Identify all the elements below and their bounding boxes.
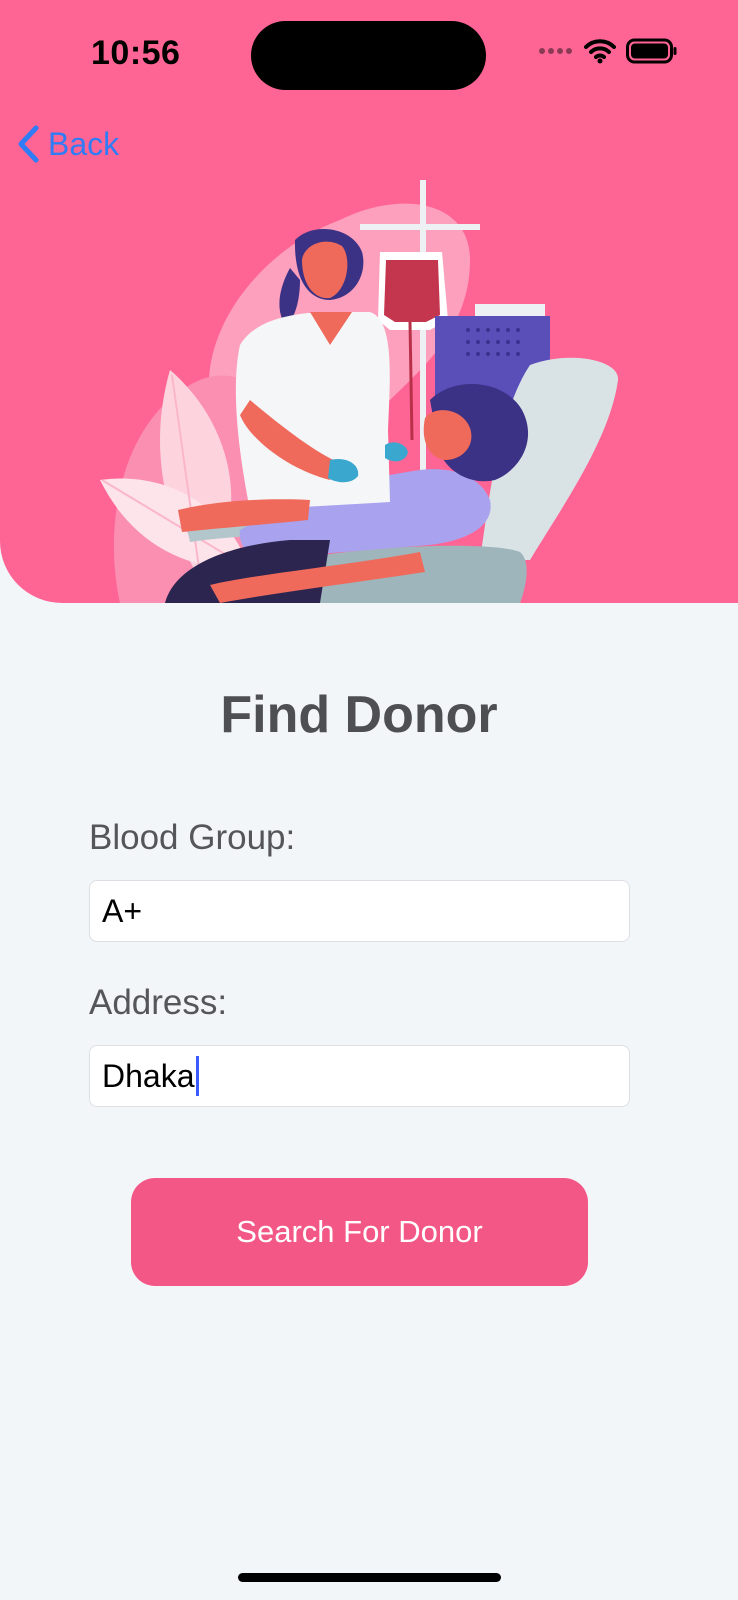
search-donor-button[interactable]: Search For Donor: [131, 1178, 588, 1286]
blood-donation-illustration: [100, 180, 619, 603]
status-time: 10:56: [91, 34, 181, 72]
back-label: Back: [48, 125, 120, 162]
wifi-icon: [584, 39, 616, 64]
chevron-left-icon: [18, 125, 39, 163]
back-button[interactable]: Back: [16, 122, 119, 166]
header-banner: 10:56 Back: [0, 0, 738, 603]
blood-group-input[interactable]: A+: [89, 880, 630, 942]
blood-group-value: A+: [102, 892, 143, 929]
address-input[interactable]: Dhaka: [89, 1045, 630, 1107]
address-label: Address:: [89, 983, 228, 1022]
page-title: Find Donor: [220, 686, 498, 744]
address-value: Dhaka: [102, 1057, 195, 1094]
signal-icon: [539, 48, 572, 54]
home-indicator[interactable]: [238, 1573, 501, 1582]
text-cursor: [195, 1056, 199, 1096]
status-icons: [538, 38, 678, 64]
blood-group-label: Blood Group:: [89, 818, 296, 857]
battery-icon: [626, 38, 677, 64]
dynamic-island: [251, 21, 486, 90]
